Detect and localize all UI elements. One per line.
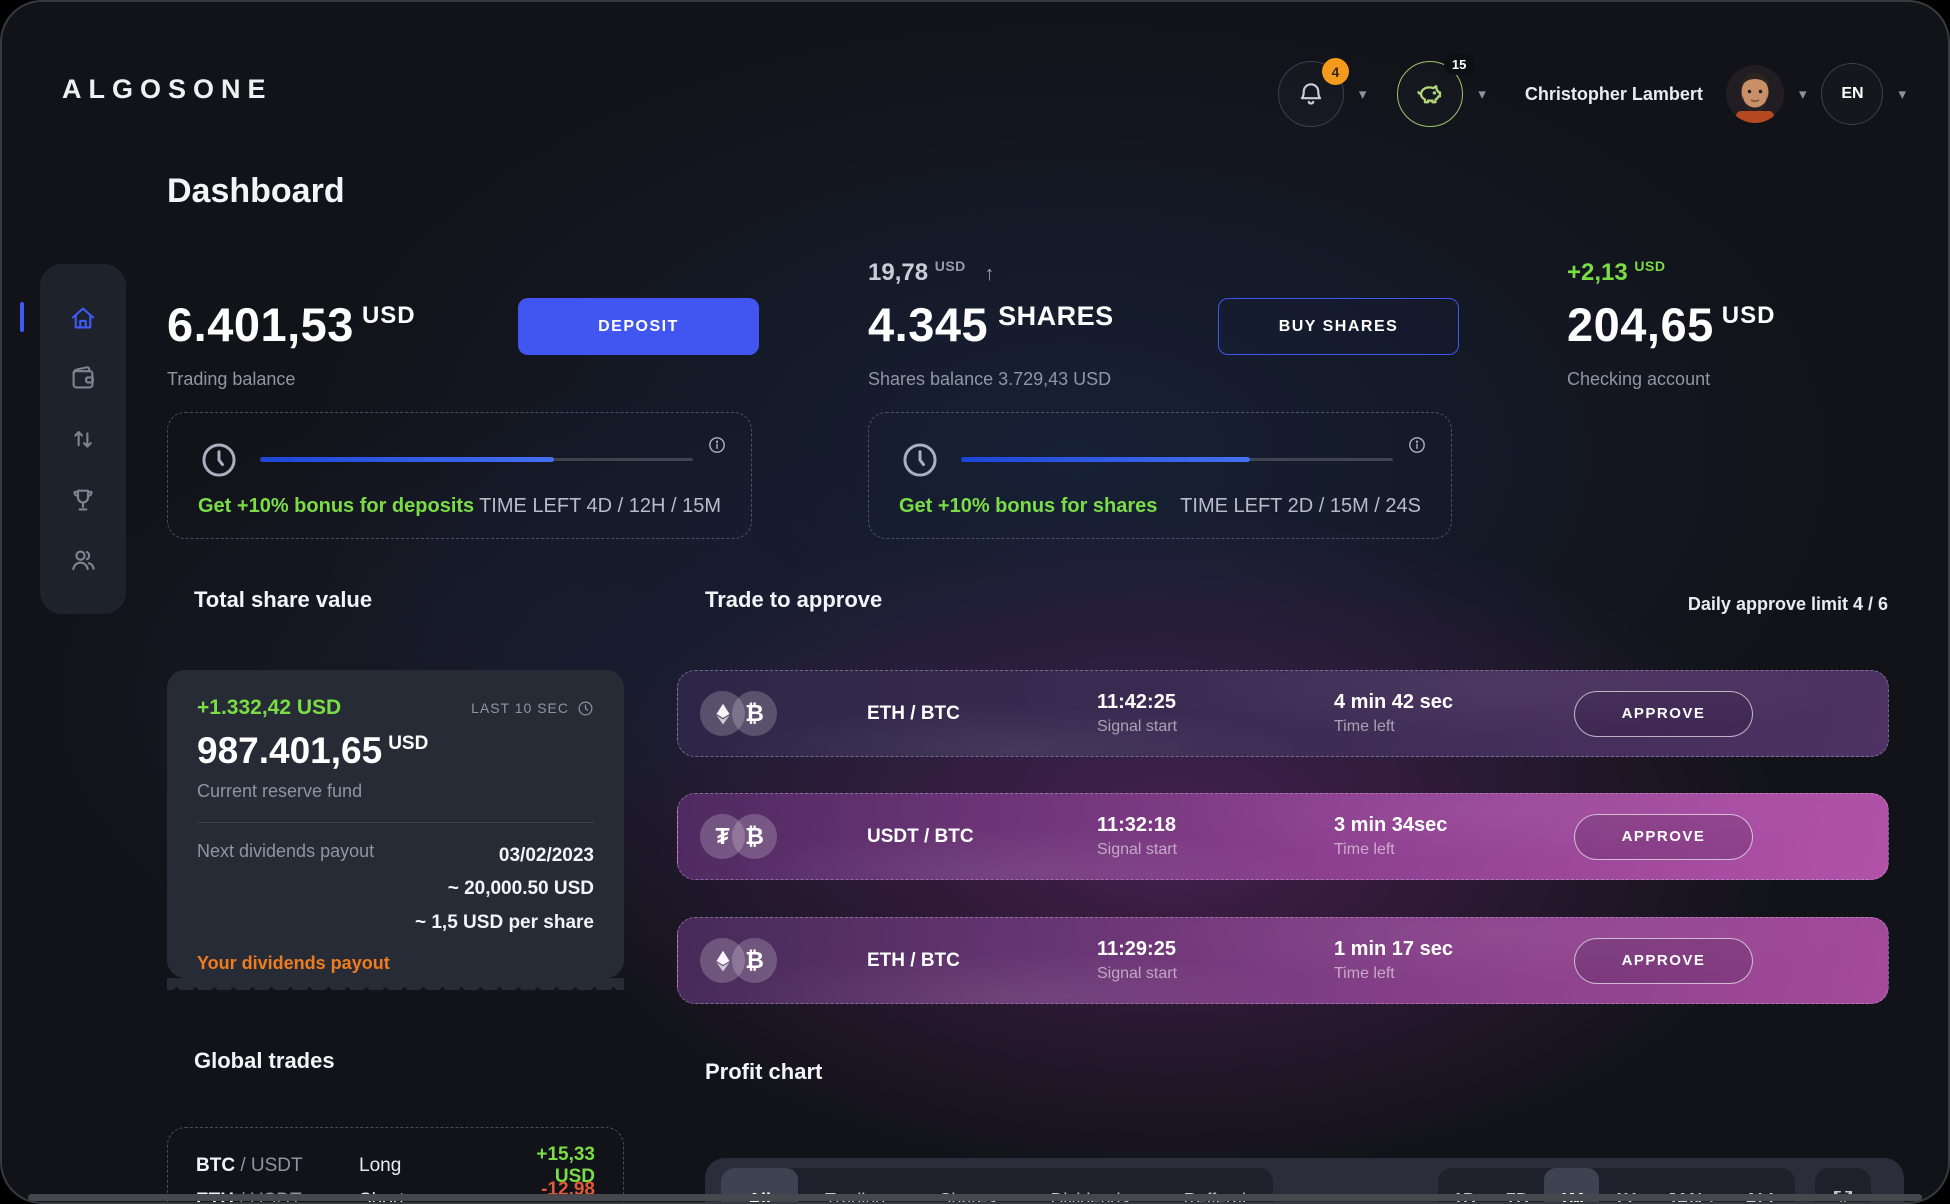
global-trades-title: Global trades bbox=[194, 1048, 335, 1074]
bonus-progress-track bbox=[961, 458, 1393, 461]
pair-coins: ₿ bbox=[700, 938, 867, 983]
payout-total: ~ 20,000.50 USD bbox=[415, 872, 594, 905]
notifications-badge: 4 bbox=[1322, 58, 1349, 85]
sidebar-item-transfers[interactable] bbox=[68, 424, 98, 454]
approve-button[interactable]: APPROVE bbox=[1574, 691, 1753, 737]
signal-start: 11:29:25 Signal start bbox=[1097, 938, 1334, 983]
bonus-progress-fill bbox=[961, 457, 1250, 462]
bonus-message: Get +10% bonus for deposits bbox=[198, 495, 474, 518]
bonus-time-left: TIME LEFT 2D / 15M / 24S bbox=[1180, 495, 1421, 518]
active-nav-indicator bbox=[20, 302, 24, 332]
pair-coins: ₮ ₿ bbox=[700, 814, 867, 859]
time-left: 4 min 42 sec Time left bbox=[1334, 691, 1574, 736]
btc-icon: ₿ bbox=[732, 814, 777, 859]
global-trades-card: BTC / USDT Long +15,33 USD ETH / USDT Sh… bbox=[167, 1127, 624, 1204]
trade-row: ₿ ETH / BTC 11:29:25 Signal start 1 min … bbox=[677, 917, 1889, 1004]
total-share-value-title: Total share value bbox=[194, 587, 372, 613]
bonus-time-left: TIME LEFT 4D / 12H / 15M bbox=[479, 495, 721, 518]
sidebar-item-referrals[interactable] bbox=[68, 545, 98, 575]
bell-icon bbox=[1296, 79, 1326, 109]
checking-amount: 204,65USD bbox=[1567, 301, 1775, 348]
divider bbox=[197, 822, 594, 823]
signal-start: 11:32:18 Signal start bbox=[1097, 814, 1334, 859]
cashback-badge: 15 bbox=[1444, 54, 1474, 75]
piggy-bank-icon bbox=[1414, 78, 1446, 110]
avatar[interactable] bbox=[1726, 65, 1784, 123]
notifications-button[interactable]: 4 bbox=[1278, 61, 1344, 127]
checking-account-label: Checking account bbox=[1567, 369, 1710, 390]
page-title: Dashboard bbox=[167, 172, 345, 211]
avatar-image bbox=[1726, 65, 1784, 123]
btc-icon: ₿ bbox=[732, 691, 777, 736]
trading-balance-amount: 6.401,53USD bbox=[167, 301, 416, 348]
deposit-bonus-card: Get +10% bonus for deposits TIME LEFT 4D… bbox=[167, 412, 752, 539]
user-name[interactable]: Christopher Lambert bbox=[1525, 84, 1703, 105]
clock-icon bbox=[899, 439, 941, 481]
sidebar-item-wallet[interactable] bbox=[68, 363, 98, 393]
price-up-icon: ↑ bbox=[984, 263, 994, 285]
clock-icon bbox=[198, 439, 240, 481]
language-button[interactable]: EN bbox=[1821, 63, 1883, 125]
payout-date: 03/02/2023 bbox=[415, 839, 594, 872]
info-icon[interactable] bbox=[1407, 435, 1427, 455]
shares-amount: 4.345SHARES bbox=[868, 301, 1114, 348]
transfer-arrows-icon bbox=[68, 424, 98, 454]
bonus-progress-fill bbox=[260, 457, 554, 462]
header-actions: 4 ▾ 15 ▾ Christopher Lambert bbox=[1278, 58, 1908, 130]
btc-icon: ₿ bbox=[732, 938, 777, 983]
chevron-down-icon[interactable]: ▾ bbox=[1896, 85, 1908, 103]
trading-balance-label: Trading balance bbox=[167, 369, 295, 390]
reserve-fund-label: Current reserve fund bbox=[197, 781, 594, 802]
trade-pair: USDT / BTC bbox=[867, 826, 1097, 848]
signal-start: 11:42:25 Signal start bbox=[1097, 691, 1334, 736]
reserve-fund-amount: 987.401,65USD bbox=[197, 732, 594, 769]
share-value-change: +1.332,42 USD bbox=[197, 696, 341, 720]
trade-pair: ETH / BTC bbox=[867, 703, 1097, 725]
bonus-progress-track bbox=[260, 458, 693, 461]
trade-row: ₿ ETH / BTC 11:42:25 Signal start 4 min … bbox=[677, 670, 1889, 757]
next-payout-values: 03/02/2023 ~ 20,000.50 USD ~ 1,5 USD per… bbox=[415, 839, 594, 939]
checking-change: +2,13 USD bbox=[1567, 258, 1665, 287]
sidebar-item-rewards[interactable] bbox=[68, 485, 98, 515]
trade-row: ₮ ₿ USDT / BTC 11:32:18 Signal start 3 m… bbox=[677, 793, 1889, 880]
home-icon bbox=[68, 303, 98, 333]
last-updated: LAST 10 SEC bbox=[471, 700, 594, 717]
trophy-icon bbox=[68, 485, 98, 515]
shares-bonus-card: Get +10% bonus for shares TIME LEFT 2D /… bbox=[868, 412, 1452, 539]
horizontal-scrollbar[interactable] bbox=[28, 1194, 1922, 1201]
total-share-value-card: +1.332,42 USD LAST 10 SEC 987.401,65USD … bbox=[167, 670, 624, 978]
cashback-button[interactable]: 15 bbox=[1397, 61, 1463, 127]
app-window: ALGOSONE 4 ▾ 15 ▾ Christopher Lambert bbox=[0, 0, 1950, 1204]
time-left: 1 min 17 sec Time left bbox=[1334, 938, 1574, 983]
shares-balance-label: Shares balance 3.729,43 USD bbox=[868, 369, 1111, 390]
daily-approve-limit: Daily approve limit 4 / 6 bbox=[1688, 594, 1888, 615]
chevron-down-icon[interactable]: ▾ bbox=[1357, 85, 1369, 103]
info-icon[interactable] bbox=[707, 435, 727, 455]
clock-icon bbox=[577, 700, 594, 717]
brand-logo: ALGOSONE bbox=[62, 74, 273, 105]
time-left: 3 min 34sec Time left bbox=[1334, 814, 1574, 859]
chevron-down-icon[interactable]: ▾ bbox=[1797, 85, 1809, 103]
sidebar-item-home[interactable] bbox=[68, 303, 98, 333]
deposit-button[interactable]: DEPOSIT bbox=[518, 298, 759, 355]
approve-button[interactable]: APPROVE bbox=[1574, 814, 1753, 860]
trade-pair: ETH / BTC bbox=[867, 950, 1097, 972]
pair-coins: ₿ bbox=[700, 691, 867, 736]
your-dividends-payout-link[interactable]: Your dividends payout bbox=[197, 953, 594, 974]
wallet-icon bbox=[68, 363, 98, 393]
approve-button[interactable]: APPROVE bbox=[1574, 938, 1753, 984]
share-price: 19,78 USD ↑ bbox=[868, 258, 994, 287]
sidebar bbox=[40, 264, 126, 614]
payout-per-share: ~ 1,5 USD per share bbox=[415, 906, 594, 939]
trade-to-approve-title: Trade to approve bbox=[705, 587, 882, 613]
chevron-down-icon[interactable]: ▾ bbox=[1476, 85, 1488, 103]
profit-chart-title: Profit chart bbox=[705, 1059, 822, 1085]
bonus-message: Get +10% bonus for shares bbox=[899, 495, 1157, 518]
buy-shares-button[interactable]: BUY SHARES bbox=[1218, 298, 1459, 355]
users-icon bbox=[68, 545, 98, 575]
next-payout-label: Next dividends payout bbox=[197, 839, 374, 939]
